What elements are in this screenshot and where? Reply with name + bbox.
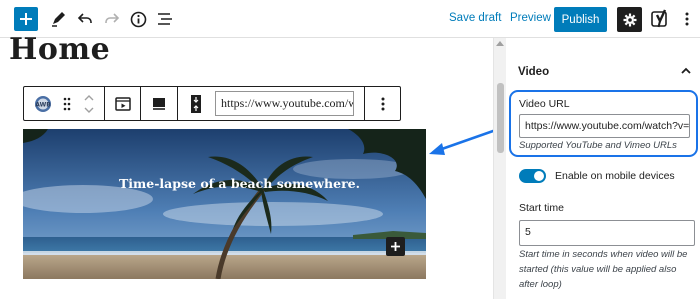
toggle-knob [534,171,544,181]
mobile-toggle[interactable] [519,169,546,183]
mobile-toggle-label: Enable on mobile devices [555,170,675,182]
vertical-ellipsis-icon [381,97,385,110]
video-caption[interactable]: Time-lapse of a beach somewhere. [23,176,426,191]
video-panel-title[interactable]: Video [518,66,549,78]
block-options-button[interactable] [365,87,401,120]
scroll-up-arrow[interactable] [496,41,504,46]
pencil-icon [52,12,65,27]
start-time-help-line-2: started (this value will be applied also [519,264,677,275]
video-player-icon [114,96,131,111]
start-time-label: Start time [519,202,564,214]
save-draft-button[interactable]: Save draft [449,12,501,24]
page-title[interactable]: Home [9,32,110,67]
list-view-icon [158,13,172,25]
chevron-up-icon[interactable] [680,65,692,77]
plus-icon [391,242,400,251]
publish-button[interactable]: Publish [554,7,607,32]
video-url-help: Supported YouTube and Vimeo URLs [519,140,677,151]
svg-text:AWB: AWB [35,101,51,108]
monitor-icon [153,97,165,110]
add-inner-block-button[interactable] [386,237,405,256]
yoast-seo-button[interactable] [650,9,670,29]
block-url-field[interactable]: https://www.youtube.com/watch [215,91,354,116]
undo-icon [77,13,92,23]
info-icon [130,11,146,27]
redo-icon [105,13,120,23]
beach-background-image [23,129,426,279]
video-url-input[interactable]: https://www.youtube.com/watch?v=lo [519,114,690,138]
redo-button[interactable] [102,9,122,29]
block-toolbar: AWB https://www.youtube.com/ [23,86,401,121]
gear-icon [623,13,636,26]
settings-sidebar: Video Video URL https://www.youtube.com/… [506,38,700,299]
preview-button[interactable]: Preview [510,12,551,24]
drag-handle[interactable] [58,87,76,120]
plus-icon [20,13,32,25]
start-time-input[interactable]: 5 [519,220,695,246]
move-block-buttons[interactable] [78,87,100,120]
yoast-icon [651,9,667,28]
drag-handle-icon [63,97,71,110]
video-block-icon: AWB [35,95,51,112]
vertical-align-icon [191,94,201,113]
scrollbar-thumb[interactable] [497,83,504,153]
video-settings-button[interactable] [105,87,140,120]
fullwidth-button[interactable] [141,87,177,120]
start-time-help-line-1: Start time in seconds when video will be [519,249,688,260]
add-block-button[interactable] [14,7,38,31]
video-background-block[interactable]: Time-lapse of a beach somewhere. [23,129,426,279]
content-position-button[interactable] [178,87,214,120]
undo-button[interactable] [75,9,95,29]
options-button[interactable] [680,9,694,29]
tools-button[interactable] [48,9,68,29]
editor-scrollbar[interactable] [493,38,506,299]
list-view-button[interactable] [155,9,175,29]
block-type-button[interactable]: AWB [28,87,58,120]
start-time-help-line-3: after loop) [519,279,562,290]
details-button[interactable] [128,9,148,29]
settings-button[interactable] [617,7,642,32]
video-url-label: Video URL [519,98,570,110]
move-up-down-icon [84,94,94,113]
vertical-ellipsis-icon [685,12,689,26]
